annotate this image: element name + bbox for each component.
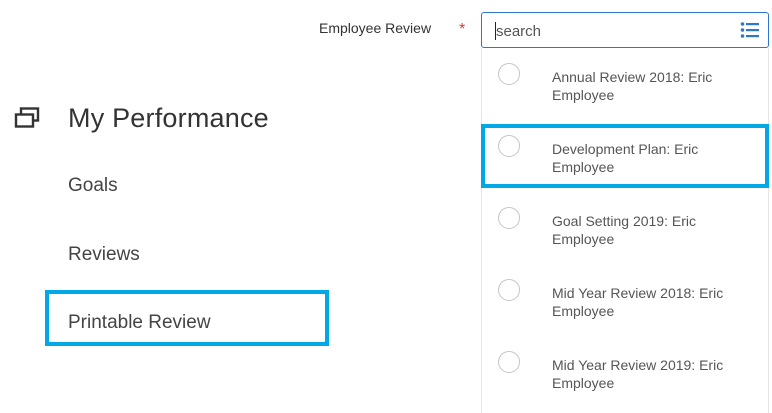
- option-goal-setting-2019[interactable]: Goal Setting 2019: Eric Employee: [482, 192, 768, 264]
- radio-button[interactable]: [498, 135, 520, 157]
- required-indicator: *: [459, 21, 466, 38]
- radio-button[interactable]: [498, 351, 520, 373]
- review-options-list: Annual Review 2018: Eric Employee Develo…: [481, 48, 769, 413]
- option-mid-year-review-2019[interactable]: Mid Year Review 2019: Eric Employee: [482, 336, 768, 408]
- windows-icon: [12, 103, 42, 133]
- search-input[interactable]: [496, 20, 726, 42]
- radio-button[interactable]: [498, 279, 520, 301]
- radio-button[interactable]: [498, 207, 520, 229]
- nav-item-printable-review[interactable]: Printable Review: [68, 311, 211, 335]
- option-label: Development Plan: Eric Employee: [552, 141, 699, 175]
- option-label: Mid Year Review 2019: Eric Employee: [552, 357, 724, 391]
- option-label: Mid Year Review 2018: Eric Employee: [552, 285, 724, 319]
- nav-item-goals[interactable]: Goals: [68, 174, 118, 198]
- option-development-plan[interactable]: Development Plan: Eric Employee: [482, 120, 768, 192]
- list-icon[interactable]: [740, 21, 760, 39]
- employee-review-label: Employee Review: [319, 20, 432, 36]
- nav-item-reviews[interactable]: Reviews: [68, 243, 140, 267]
- employee-review-prompt[interactable]: [481, 12, 769, 48]
- radio-button[interactable]: [498, 63, 520, 85]
- text-cursor: [495, 22, 496, 40]
- option-label: Annual Review 2018: Eric Employee: [552, 69, 713, 103]
- nav-header: My Performance: [12, 98, 269, 138]
- option-label: Goal Setting 2019: Eric Employee: [552, 213, 696, 247]
- option-mid-year-review-2018[interactable]: Mid Year Review 2018: Eric Employee: [482, 264, 768, 336]
- option-annual-review-2018[interactable]: Annual Review 2018: Eric Employee: [482, 48, 768, 120]
- page-title: My Performance: [68, 102, 269, 133]
